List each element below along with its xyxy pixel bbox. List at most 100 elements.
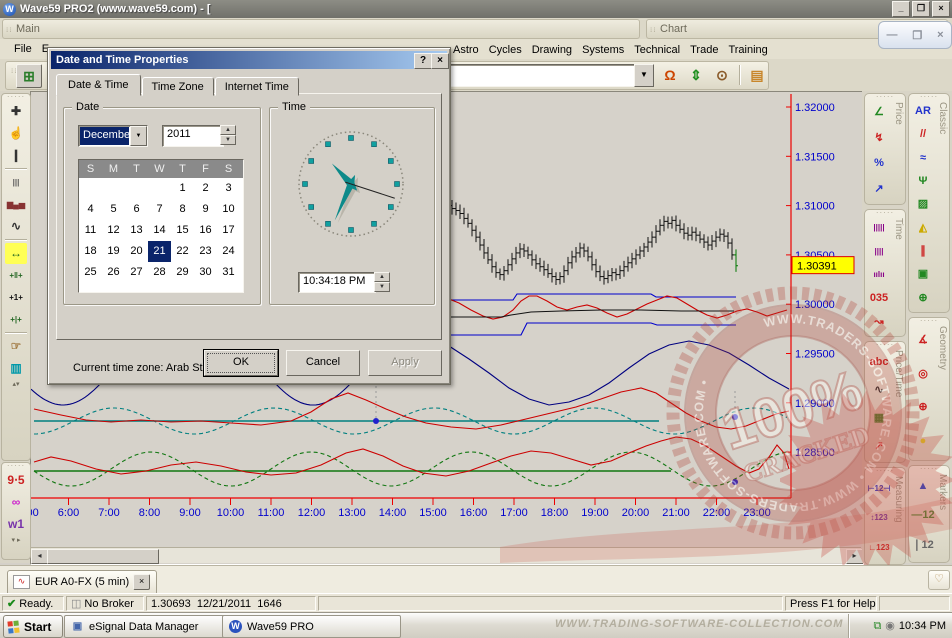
calendar-day-24[interactable]: 24 [217, 241, 240, 262]
classic-hatch-icon[interactable]: ▨ [918, 198, 928, 211]
chart-hscrollbar[interactable]: ◂ ▸ [31, 547, 861, 563]
calendar-day-31[interactable]: 31 [217, 262, 240, 283]
snapshot-button[interactable]: ▤ [745, 64, 769, 86]
candle-style-button[interactable]: ▆▄▅ [5, 194, 27, 215]
tab-close-button[interactable]: × [133, 574, 150, 590]
calendar-day-29[interactable]: 29 [171, 262, 194, 283]
compress-bars-button[interactable]: +|+ [5, 309, 27, 330]
calendar-day-15[interactable]: 15 [171, 220, 194, 241]
dialog-tab-internet-time[interactable]: Internet Time [215, 77, 299, 96]
calendar-day-25[interactable]: 25 [79, 262, 102, 283]
menu-file[interactable]: File [14, 41, 32, 57]
taskbar-app-wave59-pro[interactable]: WWave59 PRO [222, 615, 401, 638]
geometry-circles-icon[interactable]: ◎ [918, 368, 928, 381]
scroll-right-button[interactable]: ▸ [846, 549, 863, 564]
menu-trade[interactable]: Trade [690, 42, 718, 58]
time-bars-icon[interactable]: ||||| [873, 221, 884, 234]
year-field[interactable]: 2011 [162, 125, 224, 147]
month-dropdown[interactable]: December ▼ [78, 125, 148, 147]
vertical-cursor-tool[interactable]: ❙ [5, 145, 27, 166]
fit-vertical-button[interactable]: ⇕ [684, 64, 708, 86]
start-button[interactable]: Start [3, 615, 63, 638]
measure-angle-icon[interactable]: ∟123 [868, 541, 889, 554]
calendar[interactable]: SMTWTFS123456789101112131415161718192021… [78, 159, 244, 293]
pan-tool[interactable]: ☝ [5, 123, 27, 144]
time-count-icon[interactable]: ıılıı [873, 268, 884, 281]
menu-technical[interactable]: Technical [634, 42, 680, 58]
mdi-minimize-button[interactable]: — [886, 29, 897, 41]
calendar-day-2[interactable]: 2 [194, 178, 217, 199]
geometry-ball-icon[interactable]: ● [920, 435, 927, 448]
band-grip[interactable]: ⁞⁞ [6, 27, 12, 32]
classic-slash-icon[interactable]: // [920, 128, 926, 141]
network-tray-icon[interactable]: ⧉ [873, 620, 881, 632]
delete-button[interactable]: ▥ [5, 358, 27, 379]
calendar-day-18[interactable]: 18 [79, 241, 102, 262]
classic-parallel-icon[interactable]: ∥ [920, 245, 926, 258]
wave-one-button[interactable]: w1 [5, 514, 27, 535]
geometry-ellipse-icon[interactable]: ⊕ [918, 401, 927, 414]
calendar-day-5[interactable]: 5 [102, 199, 125, 220]
calendar-day-1[interactable]: 1 [171, 178, 194, 199]
classic-globe-icon[interactable]: ⊕ [918, 292, 927, 305]
window-minimize-button[interactable]: _ [892, 1, 910, 17]
marker-vline-icon[interactable]: ❘12 [912, 539, 933, 552]
menu-drawing[interactable]: Drawing [532, 42, 572, 58]
dialog-close-button[interactable]: × [431, 53, 449, 69]
calendar-day-14[interactable]: 14 [148, 220, 171, 241]
apply-button[interactable]: Apply [368, 350, 442, 376]
chart-tab-eur-a0-fx[interactable]: ∿ EUR A0-FX (5 min) × [7, 570, 157, 594]
time-spinner[interactable]: ▲▼ [374, 272, 390, 291]
panel-grip[interactable]: ····· [2, 94, 30, 100]
window-restore-button[interactable]: ❐ [912, 1, 930, 17]
calendar-day-9[interactable]: 9 [194, 199, 217, 220]
cancel-button[interactable]: Cancel [286, 350, 360, 376]
dialog-help-button[interactable]: ? [414, 53, 432, 69]
classic-ar-icon[interactable]: AR [915, 105, 931, 118]
bar-style-button[interactable]: ||| [5, 172, 27, 193]
time-field[interactable]: 10:34:18 PM [298, 272, 376, 293]
calendar-day-10[interactable]: 10 [217, 199, 240, 220]
classic-spiral-warn-icon[interactable]: ◭ [919, 222, 927, 235]
expand-one-button[interactable]: +1+ [5, 287, 27, 308]
line-style-button[interactable]: ∿ [5, 216, 27, 237]
calendar-day-12[interactable]: 12 [102, 220, 125, 241]
calendar-day-6[interactable]: 6 [125, 199, 148, 220]
classic-fan-icon[interactable]: Ψ [919, 175, 928, 188]
menu-astro[interactable]: Astro [453, 42, 479, 58]
calendar-day-16[interactable]: 16 [194, 220, 217, 241]
mdi-restore-button[interactable]: ❐ [912, 29, 922, 42]
menu-systems[interactable]: Systems [582, 42, 624, 58]
calendar-day-23[interactable]: 23 [194, 241, 217, 262]
calendar-day-21[interactable]: 21 [148, 241, 171, 262]
mdi-close-button[interactable]: × [937, 29, 943, 41]
calendar-day-22[interactable]: 22 [171, 241, 194, 262]
panel-spinner[interactable]: ▾ ▸ [2, 536, 30, 546]
panel-spinner[interactable]: ▴▾ [2, 380, 30, 390]
expand-bars-button[interactable]: +‖+ [5, 265, 27, 286]
marker-hline-icon[interactable]: ―12 [911, 509, 934, 522]
select-pointer-button[interactable]: ☞ [5, 336, 27, 357]
cycle-wave-button[interactable]: ∞ [5, 492, 27, 513]
dialog-tab-time-zone[interactable]: Time Zone [142, 77, 214, 96]
dialog-tab-date-time[interactable]: Date & Time [56, 74, 141, 96]
taskbar-app-esignal-data-manager[interactable]: ▣eSignal Data Manager [64, 615, 230, 638]
calendar-day-28[interactable]: 28 [148, 262, 171, 283]
calendar-day-3[interactable]: 3 [217, 178, 240, 199]
ok-button[interactable]: OK [204, 350, 278, 376]
time-035-icon[interactable]: 035 [870, 292, 888, 305]
pt-vector-icon[interactable]: ↗ [874, 440, 883, 453]
measure-width-icon[interactable]: ⊢12⊣ [868, 482, 891, 495]
pt-abc-icon[interactable]: abc [870, 356, 889, 369]
measure-height-icon[interactable]: ↕123 [870, 511, 887, 524]
calendar-day-4[interactable]: 4 [79, 199, 102, 220]
scroll-left-button[interactable]: ◂ [31, 549, 48, 564]
calendar-day-30[interactable]: 30 [194, 262, 217, 283]
price-trend-icon[interactable]: ∠ [874, 106, 884, 119]
menu-training[interactable]: Training [728, 42, 767, 58]
combobox-dropdown-arrow[interactable]: ▼ [634, 64, 654, 87]
zoom-range-button[interactable]: ↔ [5, 243, 27, 264]
new-chart-button[interactable]: ⊞ [16, 64, 42, 88]
calendar-day-7[interactable]: 7 [148, 199, 171, 220]
crosshair-tool[interactable]: ✚ [5, 101, 27, 122]
